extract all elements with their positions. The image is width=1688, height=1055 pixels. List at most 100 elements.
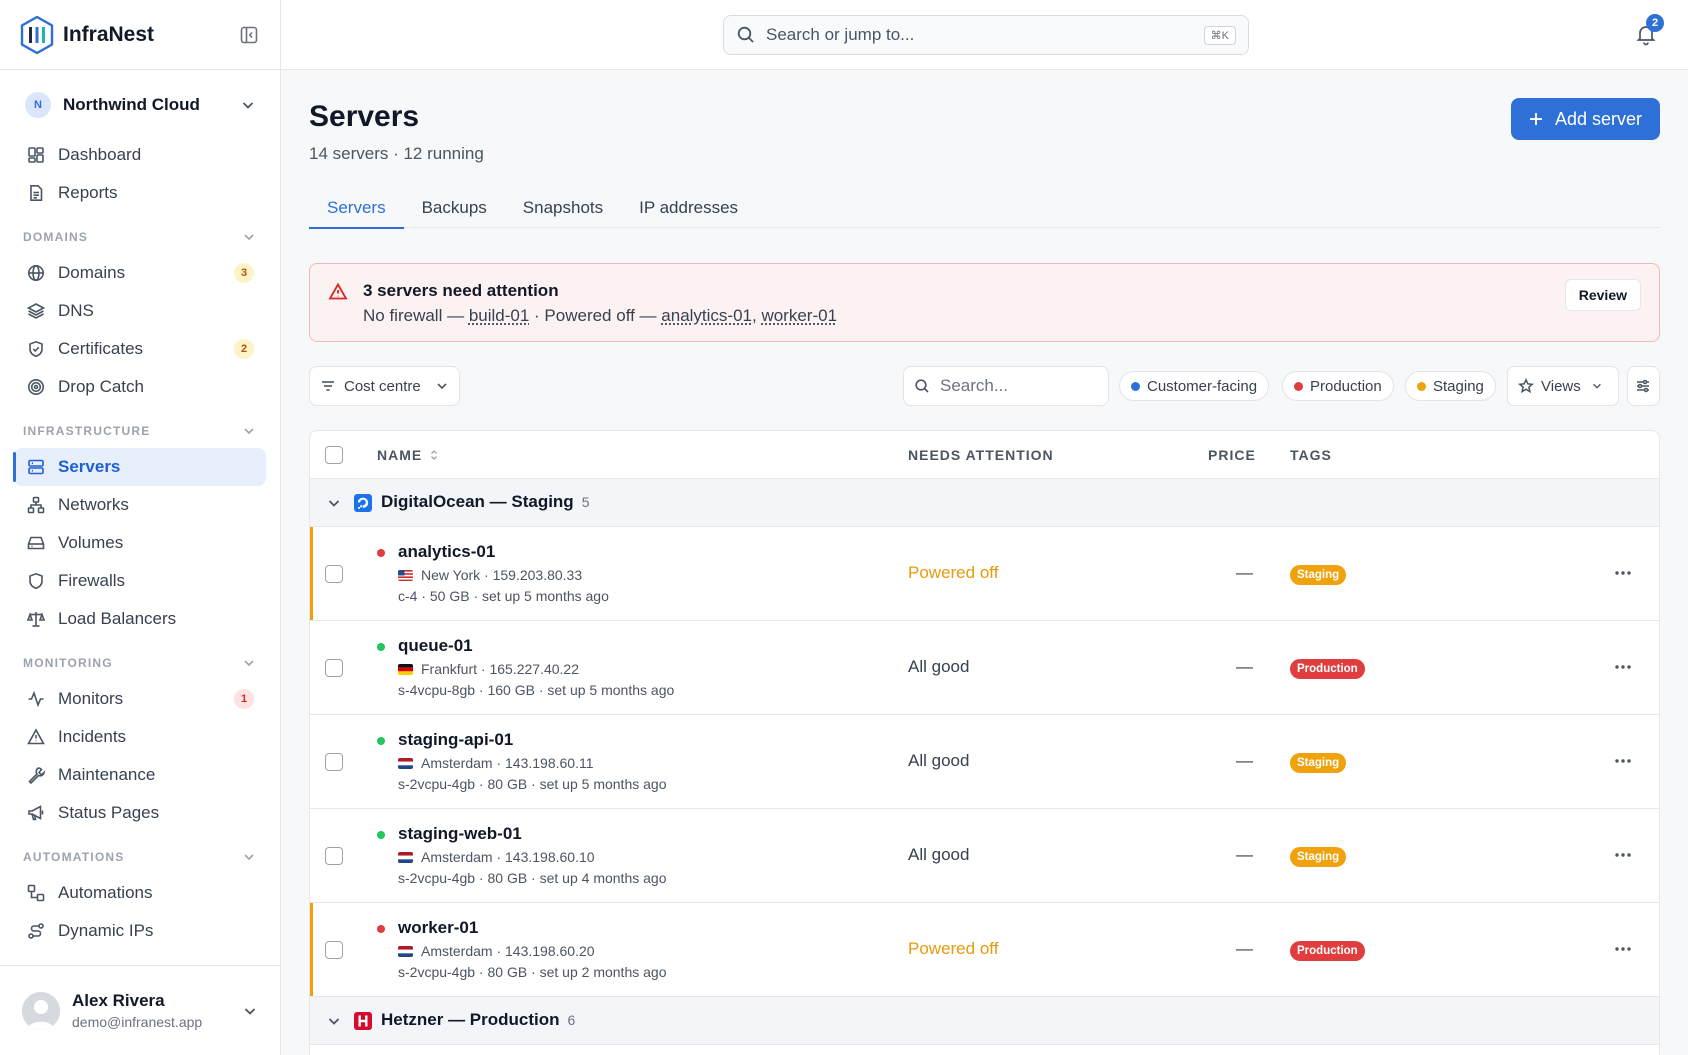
cost-centre-filter[interactable]: Cost centre xyxy=(309,366,460,406)
server-spec: s-2vcpu-4gb · 80 GB · set up 2 months ag… xyxy=(398,964,667,980)
sidebar-item-servers[interactable]: Servers xyxy=(13,448,266,486)
row-checkbox[interactable] xyxy=(325,659,343,677)
status-indicator xyxy=(377,549,385,557)
sidebar-item-label: Firewalls xyxy=(58,571,126,590)
alert-text: No firewall — xyxy=(363,306,469,325)
sidebar-item-reports[interactable]: Reports xyxy=(14,174,266,212)
sidebar-item-volumes[interactable]: Volumes xyxy=(14,524,266,562)
sidebar-item-monitors[interactable]: Monitors 1 xyxy=(14,680,266,718)
sidebar-item-firewalls[interactable]: Firewalls xyxy=(14,562,266,600)
workflow-icon xyxy=(27,884,45,902)
tag-filter-staging[interactable]: Staging xyxy=(1405,371,1496,401)
row-checkbox[interactable] xyxy=(325,565,343,583)
sidebar-item-networks[interactable]: Networks xyxy=(14,486,266,524)
tag-badge[interactable]: Production xyxy=(1290,941,1365,961)
search-placeholder: Search... xyxy=(940,376,1009,395)
section-infrastructure[interactable]: INFRASTRUCTURE xyxy=(0,414,280,448)
server-name[interactable]: staging-api-01 xyxy=(398,730,513,750)
section-automations[interactable]: AUTOMATIONS xyxy=(0,840,280,874)
row-checkbox[interactable] xyxy=(325,753,343,771)
sidebar-item-certificates[interactable]: Certificates 2 xyxy=(14,330,266,368)
chevron-down-icon xyxy=(244,428,254,435)
column-header-name[interactable]: NAME xyxy=(377,447,440,463)
sidebar-item-drop-catch[interactable]: Drop Catch xyxy=(14,368,266,406)
flag-nl-icon xyxy=(398,757,413,769)
table-row[interactable]: staging-api-01 Amsterdam · 143.198.60.11… xyxy=(310,715,1659,809)
views-dropdown[interactable]: Views xyxy=(1507,366,1619,406)
table-row[interactable]: analytics-01 New York · 159.203.80.33 c-… xyxy=(310,527,1659,621)
more-actions-icon[interactable] xyxy=(1613,751,1633,771)
more-actions-icon[interactable] xyxy=(1613,939,1633,959)
tab-backups[interactable]: Backups xyxy=(404,188,505,228)
tag-filter-production[interactable]: Production xyxy=(1282,371,1394,401)
tab-snapshots[interactable]: Snapshots xyxy=(505,188,621,228)
more-actions-icon[interactable] xyxy=(1613,563,1633,583)
sidebar-item-dynamic-ips[interactable]: Dynamic IPs xyxy=(14,912,266,950)
alert-server-link[interactable]: build-01 xyxy=(469,306,530,325)
target-icon xyxy=(28,379,44,395)
tag-filter-label: Customer-facing xyxy=(1147,377,1258,395)
tag-filter-label: Staging xyxy=(1433,377,1484,395)
more-actions-icon[interactable] xyxy=(1613,845,1633,865)
review-button[interactable]: Review xyxy=(1564,279,1641,311)
table-row[interactable]: queue-01 Frankfurt · 165.227.40.22 s-4vc… xyxy=(310,621,1659,715)
infranest-logo-icon xyxy=(20,15,54,54)
tag-badge[interactable]: Staging xyxy=(1290,847,1347,867)
add-server-button[interactable]: Add server xyxy=(1510,98,1660,140)
server-location-text: Amsterdam · 143.198.60.11 xyxy=(421,755,594,771)
group-row-hetzner-production[interactable]: Hetzner — Production 6 xyxy=(310,997,1659,1045)
row-checkbox[interactable] xyxy=(325,847,343,865)
table-row[interactable]: staging-web-01 Amsterdam · 143.198.60.10… xyxy=(310,809,1659,903)
server-name[interactable]: staging-web-01 xyxy=(398,824,522,844)
filter-bar: Cost centre Search... Customer-facing Pr… xyxy=(309,366,1660,406)
status-indicator xyxy=(377,643,385,651)
server-location-text: Amsterdam · 143.198.60.20 xyxy=(421,943,595,959)
column-header-label: NAME xyxy=(377,446,423,463)
server-name[interactable]: analytics-01 xyxy=(398,542,495,562)
user-menu[interactable]: Alex Rivera demo@infranest.app xyxy=(0,965,280,1055)
tag-badge[interactable]: Production xyxy=(1290,659,1365,679)
sidebar-item-label: Load Balancers xyxy=(58,609,177,628)
sidebar-item-maintenance[interactable]: Maintenance xyxy=(14,756,266,794)
column-header-tags: TAGS xyxy=(1290,446,1332,463)
section-monitoring[interactable]: MONITORING xyxy=(0,646,280,680)
server-name[interactable]: worker-01 xyxy=(398,918,478,938)
group-name: DigitalOcean — Staging 5 xyxy=(381,492,590,512)
tag-filter-customer-facing[interactable]: Customer-facing xyxy=(1119,371,1270,401)
attention-status: Powered off xyxy=(908,563,999,582)
sliders-icon xyxy=(1637,379,1649,393)
notification-count-badge: 2 xyxy=(1646,14,1664,32)
collapse-sidebar-button[interactable] xyxy=(238,24,260,46)
sidebar-item-label: DNS xyxy=(58,301,94,320)
sidebar-item-domains[interactable]: Domains 3 xyxy=(14,254,266,292)
global-search-input[interactable]: Search or jump to... ⌘K xyxy=(723,15,1249,55)
alert-server-link[interactable]: worker-01 xyxy=(761,306,837,325)
column-settings-button[interactable] xyxy=(1627,366,1660,406)
table-row[interactable]: worker-01 Amsterdam · 143.198.60.20 s-2v… xyxy=(310,903,1659,997)
tag-badge[interactable]: Staging xyxy=(1290,565,1347,585)
row-checkbox[interactable] xyxy=(325,941,343,959)
table-search-input[interactable]: Search... xyxy=(903,366,1109,406)
tab-ip-addresses[interactable]: IP addresses xyxy=(621,188,756,228)
more-actions-icon[interactable] xyxy=(1613,657,1633,677)
server-price: — xyxy=(1236,751,1253,770)
status-indicator xyxy=(377,925,385,933)
org-switcher[interactable]: N Northwind Cloud xyxy=(0,70,280,140)
group-row-digitalocean-staging[interactable]: DigitalOcean — Staging 5 xyxy=(310,479,1659,527)
sidebar-item-load-balancers[interactable]: Load Balancers xyxy=(14,600,266,638)
sidebar-item-automations[interactable]: Automations xyxy=(14,874,266,912)
select-all-checkbox[interactable] xyxy=(325,446,343,464)
server-name[interactable]: queue-01 xyxy=(398,636,473,656)
sidebar-item-label: Drop Catch xyxy=(58,377,144,396)
server-icon xyxy=(28,459,44,475)
tab-servers[interactable]: Servers xyxy=(309,188,404,229)
sidebar-item-dashboard[interactable]: Dashboard xyxy=(14,136,266,174)
server-location-text: Amsterdam · 143.198.60.10 xyxy=(421,849,595,865)
tag-badge[interactable]: Staging xyxy=(1290,753,1347,773)
section-domains[interactable]: DOMAINS xyxy=(0,220,280,254)
sidebar-item-status-pages[interactable]: Status Pages xyxy=(14,794,266,832)
alert-server-link[interactable]: analytics-01 xyxy=(661,306,752,325)
flag-us-icon xyxy=(398,569,413,581)
sidebar-item-dns[interactable]: DNS xyxy=(14,292,266,330)
sidebar-item-incidents[interactable]: Incidents xyxy=(14,718,266,756)
